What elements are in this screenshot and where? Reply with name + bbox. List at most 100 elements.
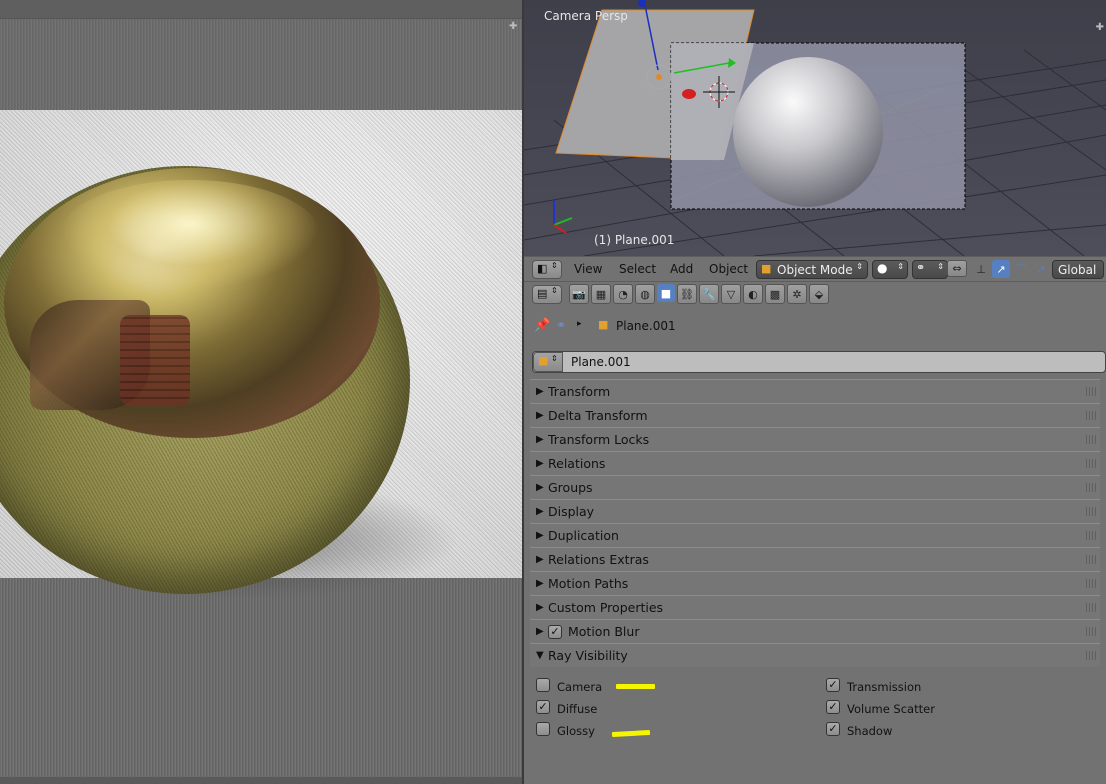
world-tab-icon[interactable]: ◍ xyxy=(635,284,655,304)
rotate-arc-icon[interactable]: ⌒ xyxy=(1012,260,1030,278)
pivot-icon: ⚭ xyxy=(916,261,926,274)
drag-grip-icon[interactable] xyxy=(1086,603,1096,612)
render-tab-icon[interactable]: 📷 xyxy=(569,284,589,304)
panel-label: Motion Blur xyxy=(568,624,640,639)
pin-icon[interactable]: 📌 xyxy=(534,318,550,333)
area-split-icon[interactable]: ✚ xyxy=(509,22,518,32)
panel-motion-paths[interactable]: ▶ Motion Paths xyxy=(530,571,1100,596)
drag-grip-icon[interactable] xyxy=(1086,579,1096,588)
object-cube-icon: ■ xyxy=(538,354,549,367)
updown-arrows-icon: ⇕ xyxy=(856,262,863,271)
pivot-dropdown[interactable]: ⚭ ⇕ xyxy=(912,260,948,279)
panel-transform-locks[interactable]: ▶ Transform Locks xyxy=(530,427,1100,452)
panel-groups[interactable]: ▶ Groups xyxy=(530,475,1100,500)
drag-grip-icon[interactable] xyxy=(1086,651,1096,660)
physics-tab-icon[interactable]: ⬙ xyxy=(809,284,829,304)
object-cube-icon: ■ xyxy=(598,318,609,331)
panel-ray-visibility[interactable]: ▼ Ray Visibility xyxy=(530,643,1100,668)
drag-grip-icon[interactable] xyxy=(1086,507,1096,516)
object-name-value: Plane.001 xyxy=(571,355,631,369)
motion-blur-checkbox[interactable]: ✓ xyxy=(548,624,562,639)
texture-tab-icon[interactable]: ▩ xyxy=(765,284,785,304)
transmission-checkbox[interactable]: ✓ xyxy=(826,678,840,692)
constraints-tab-icon[interactable]: ⛓ xyxy=(677,284,697,304)
layers-tab-icon[interactable]: ▦ xyxy=(591,284,611,304)
object-cube-icon: ■ xyxy=(761,262,772,275)
drag-grip-icon[interactable] xyxy=(1086,411,1096,420)
diffuse-checkbox[interactable]: ✓ xyxy=(536,700,550,714)
volume-scatter-checkbox[interactable]: ✓ xyxy=(826,700,840,714)
material-tab-icon[interactable]: ◐ xyxy=(743,284,763,304)
scene-tab-icon[interactable]: ◔ xyxy=(613,284,633,304)
context-tabs: 📷 ▦ ◔ ◍ ■ ⛓ 🔧 ▽ ◐ ▩ ✲ ⬙ xyxy=(569,284,829,304)
data-tab-icon[interactable]: ▽ xyxy=(721,284,741,304)
camera-label: Camera xyxy=(557,680,603,694)
scene-breadcrumb-icon: ⚭ xyxy=(556,318,567,332)
panel-display[interactable]: ▶ Display xyxy=(530,499,1100,524)
object-tab-icon[interactable]: ■ xyxy=(657,284,675,302)
properties-icon: ▤ xyxy=(537,287,548,300)
particles-tab-icon[interactable]: ✲ xyxy=(787,284,807,304)
drag-grip-icon[interactable] xyxy=(1086,483,1096,492)
render-footer xyxy=(0,777,522,784)
modifiers-tab-icon[interactable]: 🔧 xyxy=(699,284,719,304)
editor-type-button[interactable]: ▤ ⇕ xyxy=(532,285,562,304)
panel-label: Groups xyxy=(548,480,593,495)
panel-custom-properties[interactable]: ▶ Custom Properties xyxy=(530,595,1100,620)
properties-editor: ▤ ⇕ 📷 ▦ ◔ ◍ ■ ⛓ 🔧 ▽ ◐ ▩ ✲ ⬙ 📌 ⚭ ▸ ■ Plan… xyxy=(524,282,1106,784)
menu-add[interactable]: Add xyxy=(670,262,693,276)
breadcrumb-arrow-icon: ▸ xyxy=(577,319,582,329)
transmission-label: Transmission xyxy=(847,680,922,694)
manipulator-axes-icon[interactable]: ⊥ xyxy=(972,260,990,278)
drag-grip-icon[interactable] xyxy=(1086,627,1096,636)
breadcrumb-object-name: Plane.001 xyxy=(616,319,676,333)
panel-label: Custom Properties xyxy=(548,600,664,615)
menu-select[interactable]: Select xyxy=(619,262,656,276)
editor-type-button[interactable]: ◧ ⇕ xyxy=(532,260,562,279)
menu-view[interactable]: View xyxy=(574,262,602,276)
drag-grip-icon[interactable] xyxy=(1086,435,1096,444)
manipulator-toggle-icon[interactable]: ⇔ xyxy=(947,260,967,277)
collapsed-triangle-icon: ▶ xyxy=(536,626,544,637)
panel-transform[interactable]: ▶ Transform xyxy=(530,379,1100,404)
translate-arrow-icon[interactable]: ↗ xyxy=(992,260,1010,278)
highlight-marker xyxy=(616,684,655,689)
panel-label: Relations Extras xyxy=(548,552,649,567)
panel-label: Ray Visibility xyxy=(548,648,628,663)
drag-grip-icon[interactable] xyxy=(1086,555,1096,564)
viewport-scene xyxy=(524,0,1106,256)
glossy-label: Glossy xyxy=(557,724,595,738)
collapsed-triangle-icon: ▶ xyxy=(536,506,544,517)
panel-delta-transform[interactable]: ▶ Delta Transform xyxy=(530,403,1100,428)
orientation-dropdown[interactable]: Global xyxy=(1052,260,1104,279)
ray-visibility-body: Camera ✓ Diffuse Glossy ✓ Transmission ✓… xyxy=(530,667,1100,784)
shadow-checkbox[interactable]: ✓ xyxy=(826,722,840,736)
area-split-icon[interactable]: ✚ xyxy=(1096,22,1104,33)
render-view[interactable]: ✚ xyxy=(0,0,522,784)
panel-label: Delta Transform xyxy=(548,408,648,423)
shading-dropdown[interactable]: ● ⇕ xyxy=(872,260,908,279)
scale-icon[interactable]: ↗ xyxy=(1032,260,1050,278)
camera-checkbox[interactable] xyxy=(536,678,550,692)
menu-object[interactable]: Object xyxy=(709,262,748,276)
object-browse-button[interactable]: ■ ⇕ xyxy=(533,352,563,372)
mode-dropdown[interactable]: ■ Object Mode ⇕ xyxy=(756,260,868,279)
drag-grip-icon[interactable] xyxy=(1086,531,1096,540)
collapsed-triangle-icon: ▶ xyxy=(536,434,544,445)
glossy-checkbox[interactable] xyxy=(536,722,550,736)
3d-viewport[interactable]: Camera Persp (1) Plane.001 ✚ xyxy=(524,0,1106,256)
reflection-highlight xyxy=(60,180,320,290)
panel-relations[interactable]: ▶ Relations xyxy=(530,451,1100,476)
panel-motion-blur[interactable]: ▶ ✓ Motion Blur xyxy=(530,619,1100,644)
collapsed-triangle-icon: ▶ xyxy=(536,602,544,613)
view-label: Camera Persp xyxy=(544,9,628,23)
panel-label: Transform xyxy=(548,384,611,399)
updown-arrows-icon: ⇕ xyxy=(551,354,558,363)
panel-relations-extras[interactable]: ▶ Relations Extras xyxy=(530,547,1100,572)
drag-grip-icon[interactable] xyxy=(1086,387,1096,396)
drag-grip-icon[interactable] xyxy=(1086,459,1096,468)
panel-duplication[interactable]: ▶ Duplication xyxy=(530,523,1100,548)
collapsed-triangle-icon: ▶ xyxy=(536,386,544,397)
object-name-field[interactable]: ■ ⇕ Plane.001 xyxy=(532,351,1106,373)
solid-sphere-icon: ● xyxy=(877,261,888,275)
